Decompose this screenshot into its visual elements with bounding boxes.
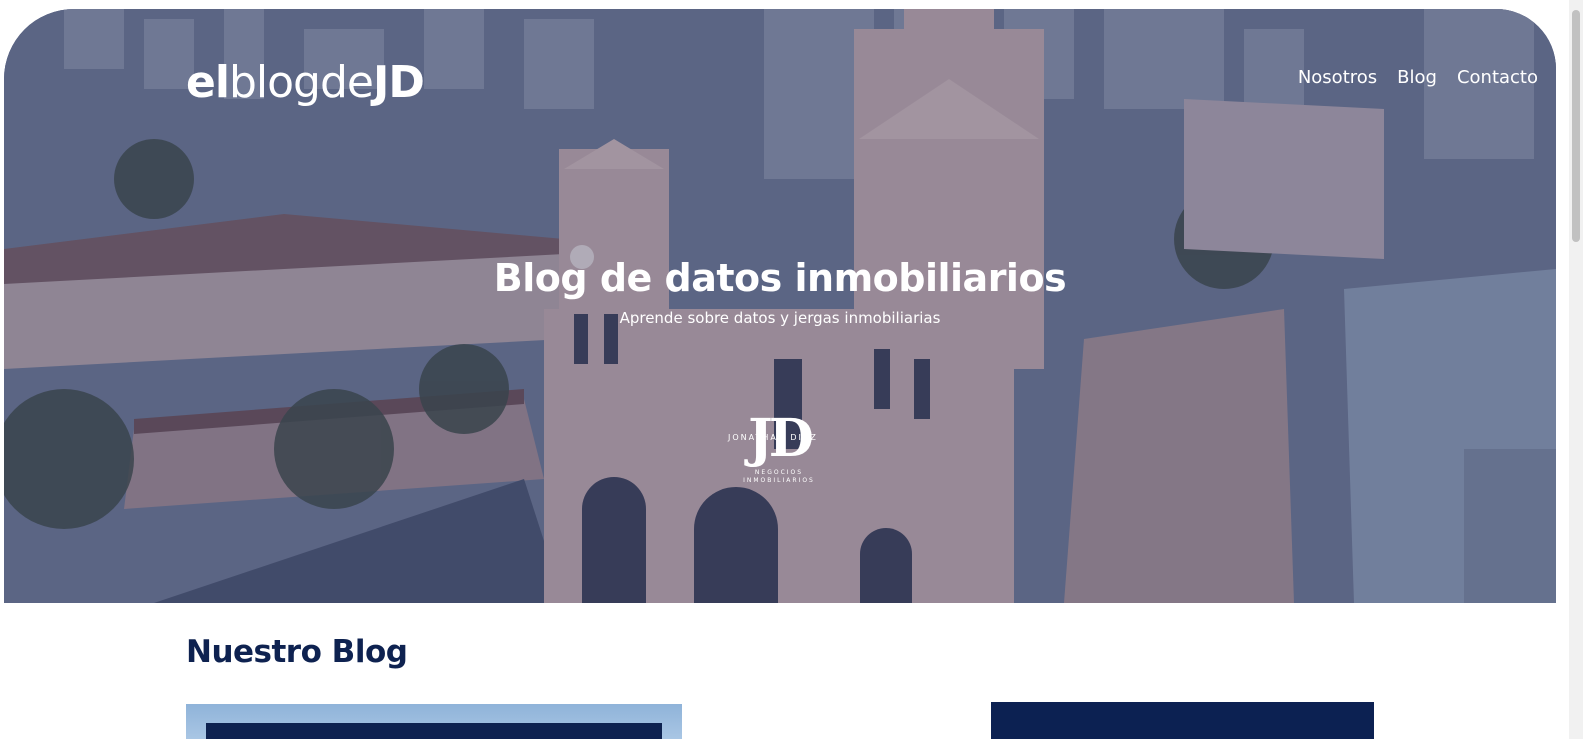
site-logo[interactable]: elblogdeJD <box>186 57 425 108</box>
nav-link-blog[interactable]: Blog <box>1397 67 1437 88</box>
section-title-nuestro-blog: Nuestro Blog <box>186 634 408 670</box>
scrollbar-thumb[interactable] <box>1572 10 1580 242</box>
logo-jd: JD <box>372 57 425 108</box>
brand-logo-mark: JD JONATHAN DIAZ NEGOCIOS INMOBILIARIOS <box>724 409 834 499</box>
brand-tag-line1: NEGOCIOS <box>754 469 804 476</box>
brand-name: JONATHAN DIAZ <box>728 433 818 442</box>
hero-banner: elblogdeJD Nosotros Blog Contacto Blog d… <box>4 9 1556 603</box>
hero-subtitle: Aprende sobre datos y jergas inmobiliari… <box>619 309 941 327</box>
logo-el: el <box>186 57 230 108</box>
brand-tag-line2: INMOBILIARIOS <box>743 477 815 484</box>
main-nav: Nosotros Blog Contacto <box>1298 67 1538 88</box>
blog-card-1-panel <box>206 723 662 739</box>
nav-link-contacto[interactable]: Contacto <box>1457 67 1538 88</box>
hero-title: Blog de datos inmobiliarios <box>493 256 1067 300</box>
nav-link-nosotros[interactable]: Nosotros <box>1298 67 1377 88</box>
blog-card-2[interactable] <box>991 702 1374 739</box>
blog-card-image-1[interactable] <box>186 704 682 739</box>
logo-blogde: blogde <box>228 57 374 108</box>
page-scrollbar[interactable] <box>1569 0 1583 739</box>
